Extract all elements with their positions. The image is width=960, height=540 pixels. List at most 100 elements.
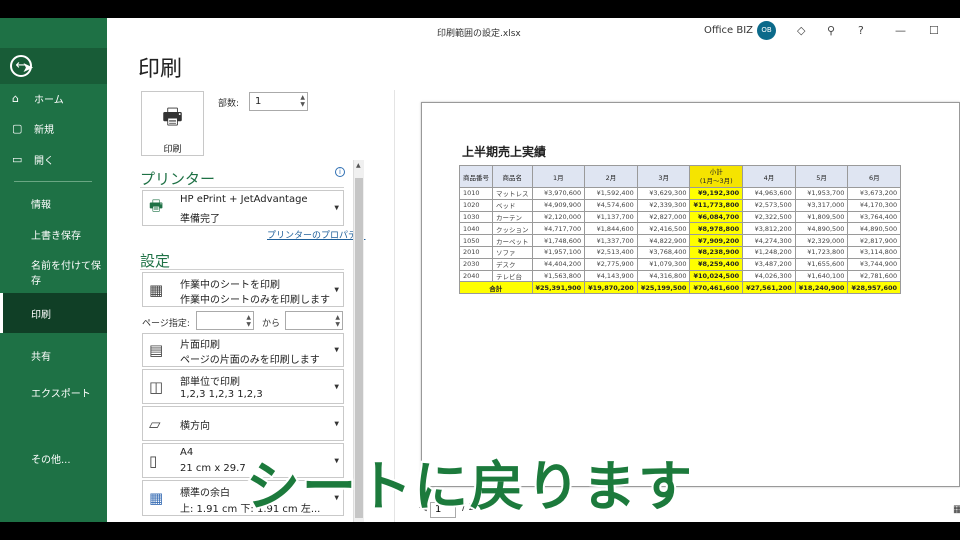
sidebar-item-save-as[interactable]: 名前を付けて保存 xyxy=(0,258,107,287)
collate-dropdown[interactable]: ◫ 部単位で印刷 1,2,3 1,2,3 1,2,3 ▼ xyxy=(142,369,344,404)
copies-label: 部数: xyxy=(218,99,240,109)
settings-section-title: 設定 xyxy=(140,252,171,270)
sidebar-item-new[interactable]: ▢ 新規 xyxy=(0,114,107,142)
table-row: 2030 デスク ¥4,404,200 ¥2,775,900 ¥1,079,300 ¥8,… xyxy=(459,257,902,271)
column-header: 小計 (1月～3月) xyxy=(689,165,744,188)
table-cell: ¥4,143,900 xyxy=(584,269,638,283)
table-cell: マットレス xyxy=(492,187,533,200)
print-preview: 上半期売上実績 商品番号 商品名 1月 2月 3月 小計 (1月～3月) 4月 … xyxy=(421,102,960,487)
table-cell: ¥8,259,400 xyxy=(689,257,744,271)
printer-icon: 🖶 xyxy=(162,105,183,130)
table-cell: ¥4,170,300 xyxy=(847,198,902,212)
sidebar-item-more[interactable]: その他... xyxy=(0,444,107,472)
sheet-title: 上半期売上実績 xyxy=(462,145,547,159)
dropdown-arrow-icon: ▼ xyxy=(334,286,339,293)
spinner-arrows-icon[interactable]: ▲ ▼ xyxy=(300,94,305,108)
table-cell: ¥1,723,800 xyxy=(794,245,849,259)
setting-line2: 21 cm x 29.7 xyxy=(180,463,246,474)
sheet-grid-icon: ▦ xyxy=(149,280,164,299)
section-divider xyxy=(140,187,344,188)
scroll-up-icon[interactable]: ▲ xyxy=(356,162,361,169)
sidebar-item-label: 印刷 xyxy=(31,309,51,321)
table-cell: ¥3,744,900 xyxy=(847,257,902,271)
sides-dropdown[interactable]: ▤ 片面印刷 ページの片面のみを印刷します ▼ xyxy=(142,333,344,367)
orientation-dropdown[interactable]: ▱ 横方向 ▼ xyxy=(142,406,344,441)
setting-line1: 作業中のシートを印刷 xyxy=(180,280,280,291)
home-icon: ⌂ xyxy=(12,91,19,105)
setting-line1: 横方向 xyxy=(180,421,210,432)
sidebar-item-save[interactable]: 上書き保存 xyxy=(0,220,107,248)
total-cell: ¥70,461,600 xyxy=(689,281,744,295)
info-icon[interactable]: i xyxy=(335,167,345,177)
table-cell: ¥1,563,800 xyxy=(531,269,586,283)
sidebar-divider xyxy=(14,181,92,182)
table-cell: ¥2,573,500 xyxy=(742,198,796,212)
feedback-icon[interactable]: ⚲ xyxy=(827,24,835,37)
printer-status: 準備完了 xyxy=(180,214,220,225)
table-cell: ¥8,978,800 xyxy=(689,222,744,236)
copies-value: 1 xyxy=(255,96,262,107)
table-cell: ¥2,781,600 xyxy=(847,269,902,283)
page-title: 印刷 xyxy=(138,57,183,82)
printer-name: HP ePrint + JetAdvantage xyxy=(180,194,308,205)
show-margins-icon[interactable]: ▦ xyxy=(953,504,960,515)
table-cell: ¥2,329,000 xyxy=(794,234,849,247)
total-cell: ¥28,957,600 xyxy=(847,281,902,295)
spinner-arrows-icon[interactable]: ▲ ▼ xyxy=(335,314,340,328)
minimize-icon[interactable]: — xyxy=(895,24,906,37)
sidebar-item-label: 上書き保存 xyxy=(31,230,81,242)
table-cell: ¥4,909,900 xyxy=(531,198,586,212)
new-file-icon: ▢ xyxy=(12,121,23,135)
total-cell: ¥25,391,900 xyxy=(531,281,586,295)
backstage-sidebar: ← ➤ ⌂ ホーム ▢ 新規 ▭ 開く 情報 上書き保存 名前を付けて保存 印刷… xyxy=(0,18,107,522)
help-icon[interactable]: ? xyxy=(858,24,864,37)
sidebar-item-print[interactable]: 印刷 xyxy=(0,293,107,333)
table-cell: ¥1,137,700 xyxy=(584,210,638,224)
user-name[interactable]: Office BIZ xyxy=(704,25,753,36)
maximize-icon[interactable]: ☐ xyxy=(929,24,939,37)
printer-dropdown[interactable]: 🖶 HP ePrint + JetAdvantage 準備完了 ▼ xyxy=(142,190,344,226)
table-row: 1050 カーペット ¥1,748,600 ¥1,337,700 ¥4,822,900 ¥… xyxy=(459,234,902,247)
sidebar-item-share[interactable]: 共有 xyxy=(0,341,107,369)
total-cell: ¥27,561,200 xyxy=(742,281,796,295)
pages-to-input[interactable]: ▲ ▼ xyxy=(285,311,343,330)
table-cell: ¥4,890,500 xyxy=(794,222,849,236)
spinner-arrows-icon[interactable]: ▲ ▼ xyxy=(246,314,251,328)
table-cell: ¥4,890,500 xyxy=(847,222,902,236)
table-cell: カーテン xyxy=(492,210,533,224)
copies-input[interactable]: 1 ▲ ▼ xyxy=(249,92,308,111)
column-header: 1月 xyxy=(531,165,586,188)
landscape-icon: ▱ xyxy=(149,414,161,433)
table-cell: ¥3,114,800 xyxy=(847,245,902,259)
table-cell: 2040 xyxy=(459,269,493,283)
table-cell: ¥2,775,900 xyxy=(584,257,638,271)
table-cell: ¥3,768,400 xyxy=(636,245,691,259)
print-button[interactable]: 🖶 印刷 xyxy=(141,91,204,156)
total-cell: ¥25,199,500 xyxy=(636,281,691,295)
table-cell: カーペット xyxy=(492,234,533,247)
back-button[interactable]: ← ➤ xyxy=(0,48,107,84)
printer-properties-link[interactable]: プリンターのプロパティ xyxy=(267,228,365,241)
printer-section-title: プリンター xyxy=(140,170,216,188)
sidebar-item-home[interactable]: ⌂ ホーム xyxy=(0,84,107,112)
sidebar-item-info[interactable]: 情報 xyxy=(0,189,107,217)
diamond-icon[interactable]: ◇ xyxy=(797,24,805,37)
table-cell: ¥11,773,800 xyxy=(689,198,744,212)
table-cell: ¥4,274,300 xyxy=(742,234,796,247)
table-cell: ¥1,592,400 xyxy=(584,187,638,200)
setting-line2: 1,2,3 1,2,3 1,2,3 xyxy=(180,389,263,400)
table-cell: デスク xyxy=(492,257,533,271)
print-button-label: 印刷 xyxy=(163,145,182,155)
title-bar: 印刷範囲の設定.xlsx Office BIZ OB ◇ ⚲ ? — ☐ xyxy=(107,18,960,46)
sales-table: 商品番号 商品名 1月 2月 3月 小計 (1月～3月) 4月 5月 6月 10… xyxy=(459,165,902,295)
table-cell: 1010 xyxy=(459,187,493,200)
avatar[interactable]: OB xyxy=(757,21,776,40)
setting-line1: 部単位で印刷 xyxy=(180,377,240,388)
sidebar-item-open[interactable]: ▭ 開く xyxy=(0,145,107,173)
sidebar-item-label: 名前を付けて保存 xyxy=(31,261,101,287)
table-cell: ¥9,192,300 xyxy=(689,187,744,200)
print-what-dropdown[interactable]: ▦ 作業中のシートを印刷 作業中のシートのみを印刷します ▼ xyxy=(142,272,344,307)
paper-icon: ▯ xyxy=(149,451,158,470)
pages-from-input[interactable]: ▲ ▼ xyxy=(196,311,254,330)
sidebar-item-export[interactable]: エクスポート xyxy=(0,378,107,406)
